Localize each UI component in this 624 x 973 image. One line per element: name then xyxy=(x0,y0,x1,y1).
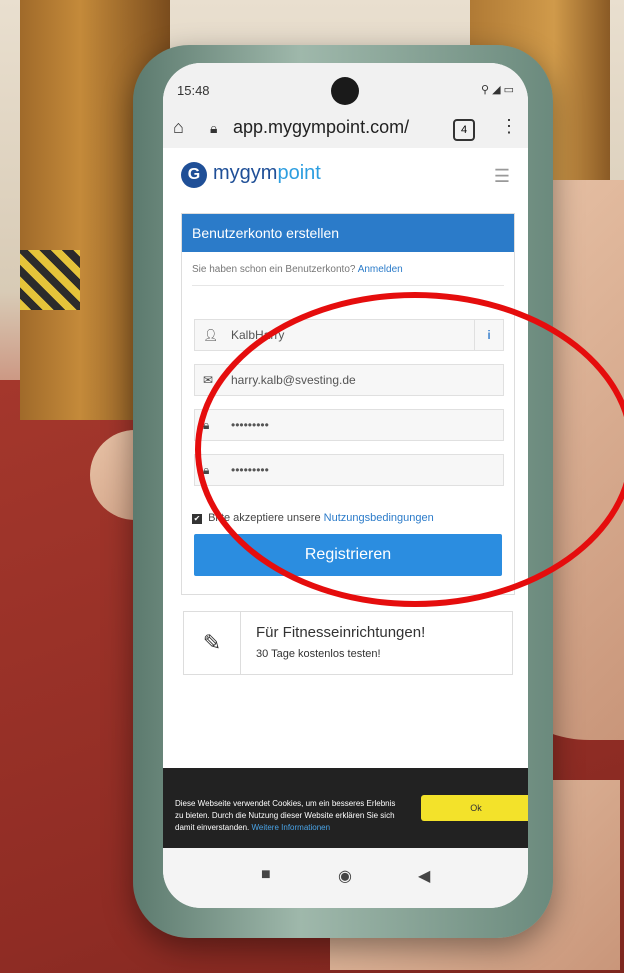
app-header: G mygympoint ☰ xyxy=(163,148,528,198)
lock-icon: 🔒︎ xyxy=(210,120,218,136)
envelope-icon: ✉ xyxy=(203,373,214,387)
status-bar: 15:48 ⚲ ◢ ▭ xyxy=(163,63,528,108)
hamburger-menu-icon[interactable]: ☰ xyxy=(494,166,510,187)
tab-count-button[interactable]: 4 xyxy=(453,119,475,141)
red-circle-annotation xyxy=(195,292,624,607)
browser-toolbar: ⌂ 🔒︎ app.mygympoint.com/ 4 ⋮ xyxy=(163,108,528,148)
login-prompt: Sie haben schon ein Benutzerkonto? Anmel… xyxy=(192,264,504,286)
home-icon[interactable]: ⌂ xyxy=(173,117,184,138)
signup-title: Benutzerkonto erstellen xyxy=(182,214,514,252)
back-icon[interactable]: ◀ xyxy=(418,866,430,886)
terms-checkbox[interactable]: ✔ xyxy=(192,514,202,524)
recents-icon[interactable]: ■ xyxy=(261,866,271,884)
promo-box[interactable]: ✎ Für Fitnesseinrichtungen! 30 Tage kost… xyxy=(183,611,513,675)
home-button-icon[interactable]: ◉ xyxy=(338,866,352,886)
login-prompt-text: Sie haben schon ein Benutzerkonto? xyxy=(192,264,356,275)
cookie-banner: Diese Webseite verwendet Cookies, um ein… xyxy=(163,768,528,848)
edit-icon: ✎ xyxy=(184,612,241,674)
login-link[interactable]: Anmelden xyxy=(358,264,403,275)
more-menu-icon[interactable]: ⋮ xyxy=(500,116,518,137)
promo-title: Für Fitnesseinrichtungen! xyxy=(256,624,426,641)
logo-text-part2: point xyxy=(277,162,321,184)
promo-subtitle: 30 Tage kostenlos testen! xyxy=(256,648,381,660)
cookie-ok-button[interactable]: Ok xyxy=(421,795,528,821)
cookie-info-link[interactable]: Weitere Informationen xyxy=(252,823,331,832)
cookie-text: Diese Webseite verwendet Cookies, um ein… xyxy=(175,798,405,834)
logo-text-part1: mygym xyxy=(213,162,278,184)
status-icons: ⚲ ◢ ▭ xyxy=(480,84,514,96)
android-nav-bar: ■ ◉ ◀ xyxy=(163,848,528,908)
url-field[interactable]: app.mygympoint.com/ xyxy=(233,117,409,138)
background-hazard-stripe xyxy=(20,250,80,310)
status-time: 15:48 xyxy=(177,83,210,98)
logo[interactable]: mygympoint xyxy=(213,162,321,185)
user-icon: 👤︎ xyxy=(203,328,219,342)
camera-icon xyxy=(331,77,359,105)
logo-icon: G xyxy=(181,162,207,188)
